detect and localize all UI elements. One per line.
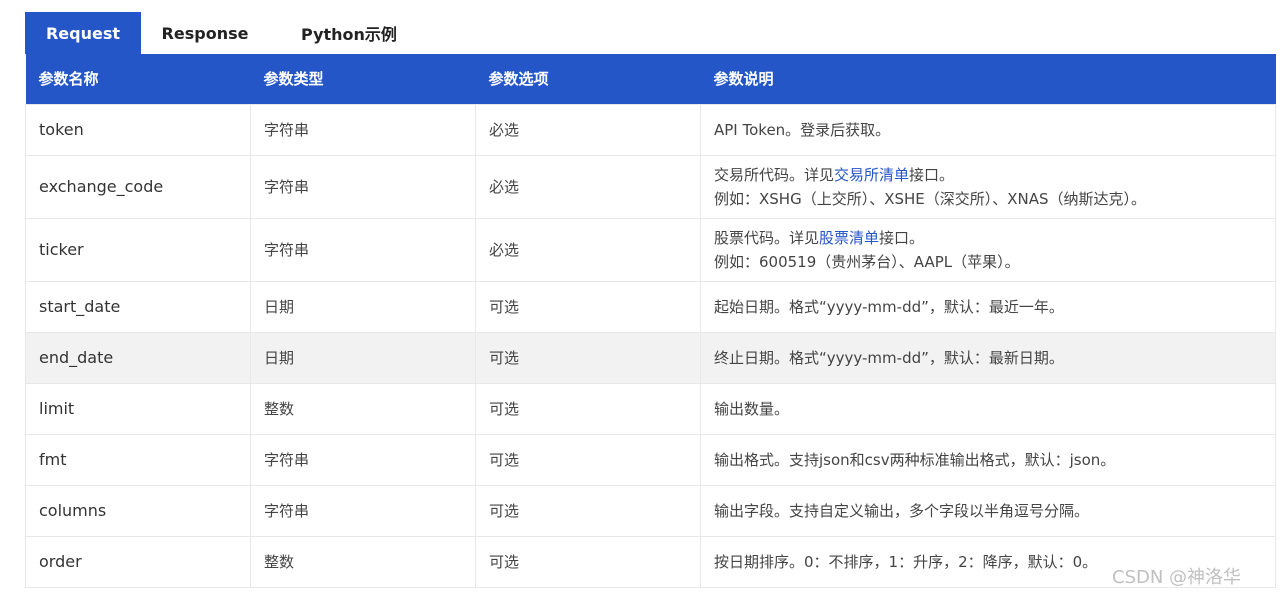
- param-type: 日期: [250, 280, 476, 333]
- param-option: 可选: [475, 382, 701, 435]
- param-option: 可选: [475, 280, 701, 333]
- desc-text: 接口。: [909, 165, 955, 184]
- param-option: 可选: [475, 433, 701, 486]
- param-name: token: [25, 103, 251, 156]
- param-name: start_date: [25, 280, 251, 333]
- param-type: 字符串: [250, 217, 476, 282]
- param-desc: 股票代码。详见股票清单接口。 例如：600519（贵州茅台）、AAPL（苹果）。: [700, 217, 1276, 282]
- param-option: 可选: [475, 535, 701, 588]
- param-desc: 输出字段。支持自定义输出，多个字段以半角逗号分隔。: [700, 484, 1276, 537]
- table-row-hovered: end_date 日期 可选 终止日期。格式“yyyy-mm-dd”，默认：最新…: [25, 331, 1276, 384]
- param-type: 字符串: [250, 484, 476, 537]
- table-row: order 整数 可选 按日期排序。0：不排序，1：升序，2：降序，默认：0。: [25, 535, 1276, 588]
- exchange-list-link[interactable]: 交易所清单: [834, 166, 909, 184]
- tab-python-example[interactable]: Python示例: [269, 12, 429, 54]
- param-desc: 输出数量。: [700, 382, 1276, 435]
- param-name: order: [25, 535, 251, 588]
- desc-example: 例如：600519（贵州茅台）、AAPL（苹果）。: [714, 252, 1020, 271]
- param-name: limit: [25, 382, 251, 435]
- param-name: fmt: [25, 433, 251, 486]
- stock-list-link[interactable]: 股票清单: [819, 229, 879, 247]
- params-table: 参数名称 参数类型 参数选项 参数说明 token 字符串 必选 API Tok…: [25, 54, 1276, 588]
- param-name: exchange_code: [25, 154, 251, 219]
- table-row: token 字符串 必选 API Token。登录后获取。: [25, 103, 1276, 156]
- param-desc: 终止日期。格式“yyyy-mm-dd”，默认：最新日期。: [700, 331, 1276, 384]
- tab-request[interactable]: Request: [25, 12, 141, 54]
- header-param-option: 参数选项: [488, 70, 549, 89]
- param-type: 日期: [250, 331, 476, 384]
- table-row: fmt 字符串 可选 输出格式。支持json和csv两种标准输出格式，默认：js…: [25, 433, 1276, 486]
- param-type: 字符串: [250, 433, 476, 486]
- header-param-desc: 参数说明: [713, 70, 774, 89]
- table-row: exchange_code 字符串 必选 交易所代码。详见交易所清单接口。 例如…: [25, 154, 1276, 219]
- param-option: 可选: [475, 484, 701, 537]
- tab-bar: Request Response Python示例: [25, 12, 1275, 54]
- param-name: ticker: [25, 217, 251, 282]
- table-row: columns 字符串 可选 输出字段。支持自定义输出，多个字段以半角逗号分隔。: [25, 484, 1276, 537]
- param-desc: 交易所代码。详见交易所清单接口。 例如：XSHG（上交所）、XSHE（深交所）、…: [700, 154, 1276, 219]
- header-param-name: 参数名称: [38, 70, 99, 89]
- param-type: 字符串: [250, 154, 476, 219]
- desc-example: 例如：XSHG（上交所）、XSHE（深交所）、XNAS（纳斯达克）。: [714, 189, 1147, 208]
- param-name: columns: [25, 484, 251, 537]
- param-option: 可选: [475, 331, 701, 384]
- csdn-watermark: CSDN @神洛华: [1112, 567, 1242, 588]
- api-params-panel: Request Response Python示例 参数名称 参数类型 参数选项…: [25, 12, 1276, 588]
- tab-response[interactable]: Response: [141, 12, 269, 54]
- param-type: 整数: [250, 535, 476, 588]
- param-type: 整数: [250, 382, 476, 435]
- desc-text: 接口。: [879, 228, 925, 247]
- param-option: 必选: [475, 103, 701, 156]
- param-option: 必选: [475, 217, 701, 282]
- header-param-type: 参数类型: [263, 70, 324, 89]
- param-desc: 输出格式。支持json和csv两种标准输出格式，默认：json。: [700, 433, 1276, 486]
- desc-text: 股票代码。详见: [714, 228, 820, 247]
- desc-text: 交易所代码。详见: [714, 165, 835, 184]
- param-desc: 起始日期。格式“yyyy-mm-dd”，默认：最近一年。: [700, 280, 1276, 333]
- param-desc: API Token。登录后获取。: [700, 103, 1276, 156]
- param-type: 字符串: [250, 103, 476, 156]
- table-row: start_date 日期 可选 起始日期。格式“yyyy-mm-dd”，默认：…: [25, 280, 1276, 333]
- param-option: 必选: [475, 154, 701, 219]
- table-row: limit 整数 可选 输出数量。: [25, 382, 1276, 435]
- table-row: ticker 字符串 必选 股票代码。详见股票清单接口。 例如：600519（贵…: [25, 217, 1276, 282]
- param-name: end_date: [25, 331, 251, 384]
- table-header-row: 参数名称 参数类型 参数选项 参数说明: [25, 54, 1276, 104]
